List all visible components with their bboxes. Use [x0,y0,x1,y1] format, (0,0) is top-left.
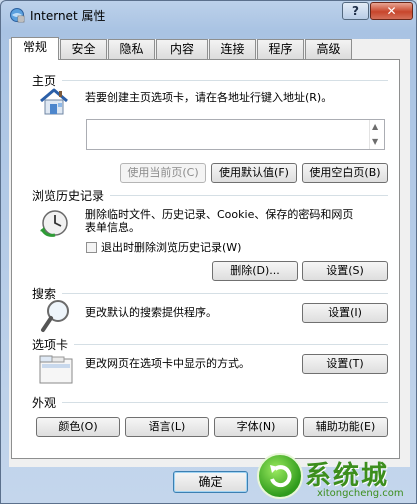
history-settings-button[interactable]: 设置(S) [302,261,388,281]
tabs-icon [39,355,73,384]
home-address-value [87,120,384,124]
search-settings-button[interactable]: 设置(I) [302,303,388,323]
tabs-section-label: 选项卡 [32,338,69,352]
appearance-divider [62,402,388,403]
search-description: 更改默认的搜索提供程序。 [85,306,217,319]
dialog-window: Internet 属性 ? ✕ 常规 安全 隐私 内容 连接 程序 高级 主页 … [0,0,417,504]
tabs-divider [74,344,388,345]
magnifier-icon [41,300,69,332]
tab-programs[interactable]: 程序 [257,39,304,59]
history-section-label: 浏览历史记录 [32,189,105,203]
tab-content[interactable]: 内容 [156,39,208,59]
scroll-down-icon[interactable]: ▼ [372,138,378,146]
house-icon [40,88,68,115]
history-clock-icon [40,210,68,237]
tab-security[interactable]: 安全 [60,39,107,59]
watermark-url: xitongcheng.com [317,488,404,499]
use-current-button[interactable]: 使用当前页(C) [120,163,206,183]
history-divider [110,195,388,196]
appearance-section-label: 外观 [32,396,57,410]
use-blank-button[interactable]: 使用空白页(B) [302,163,388,183]
help-button[interactable]: ? [342,2,369,20]
languages-button[interactable]: 语言(L) [125,417,209,437]
fonts-button[interactable]: 字体(N) [214,417,298,437]
window-title: Internet 属性 [30,9,106,23]
tabs-settings-button[interactable]: 设置(T) [302,354,388,374]
tab-privacy[interactable]: 隐私 [108,39,155,59]
close-button[interactable]: ✕ [370,2,413,20]
tabs-description: 更改网页在选项卡中显示的方式。 [85,357,250,370]
tab-advanced[interactable]: 高级 [305,39,352,59]
home-divider [62,80,388,81]
delete-on-exit-checkbox[interactable] [86,242,97,253]
delete-history-button[interactable]: 删除(D)... [212,261,298,281]
accessibility-button[interactable]: 辅助功能(E) [303,417,388,437]
ok-button[interactable]: 确定 [173,471,248,493]
search-divider [62,293,388,294]
history-description-line2: 表单信息。 [85,221,140,234]
home-description: 若要创建主页选项卡，请在各地址行键入地址(R)。 [85,91,333,104]
scroll-up-icon[interactable]: ▲ [372,123,378,131]
tab-page-general: 主页 若要创建主页选项卡，请在各地址行键入地址(R)。 ▲ ▼ 使用当前页(C)… [11,59,400,459]
home-address-field[interactable]: ▲ ▼ [86,119,385,150]
refresh-arrow-icon [270,465,292,488]
title-bar[interactable]: Internet 属性 ? ✕ [1,1,416,29]
use-default-button[interactable]: 使用默认值(F) [211,163,297,183]
address-scrollbar[interactable]: ▲ ▼ [369,120,384,149]
tab-connections[interactable]: 连接 [209,39,256,59]
delete-on-exit-label[interactable]: 退出时删除浏览历史记录(W) [101,240,241,255]
watermark-logo [257,453,303,499]
watermark-text: 系统城 [305,461,390,491]
colors-button[interactable]: 颜色(O) [36,417,120,437]
tab-general[interactable]: 常规 [11,37,59,60]
internet-options-icon [10,8,25,23]
